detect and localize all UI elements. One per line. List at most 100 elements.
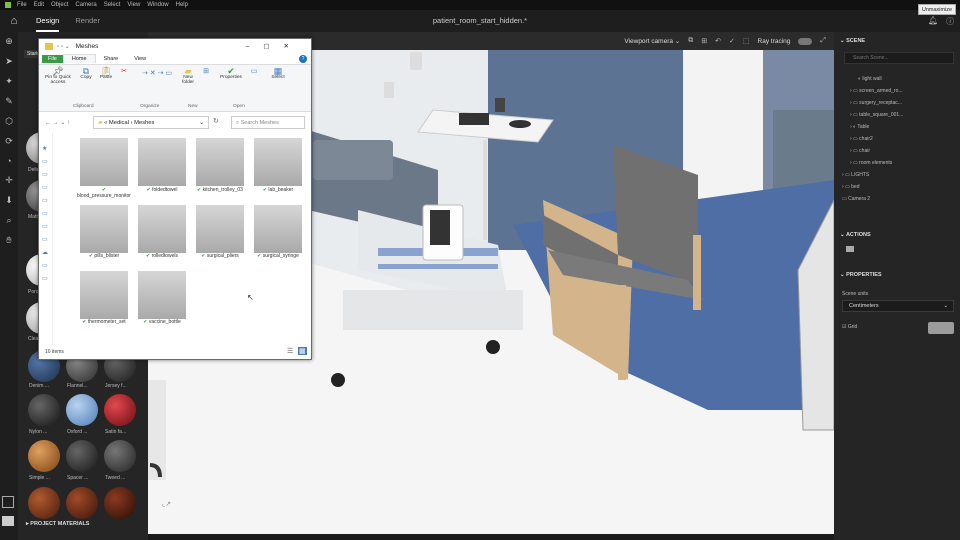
navigation-pane[interactable]: ★ ▭ ▭ ▭ ▭ ▭ ▭ ▭ ☁ ▭ ▭ [39, 133, 53, 347]
library-icon[interactable] [2, 496, 14, 508]
zoom-icon[interactable]: ⌕ [6, 215, 11, 226]
rotate-icon[interactable]: ⟳ [5, 136, 13, 147]
thumbnail-pills-blister[interactable] [80, 205, 128, 253]
ribbon-tab-share[interactable]: Share [96, 55, 127, 63]
menu-file[interactable]: File [17, 2, 27, 8]
file-item-label[interactable]: ✔ thermometer_set [76, 319, 132, 325]
ray-tracing-toggle[interactable] [798, 37, 813, 45]
select-tool-icon[interactable]: ➤ [5, 56, 13, 67]
ribbon-tab-home[interactable]: Home [62, 54, 96, 63]
details-view-icon[interactable]: ☰ [287, 347, 293, 355]
pin-quick-access-button[interactable]: 📌︎ Pin to Quick access [41, 67, 75, 86]
paste-button[interactable]: 📋︎ Paste [97, 67, 115, 80]
material-swatch[interactable] [104, 487, 136, 519]
file-item-label[interactable]: ✔ foldedtowel [134, 187, 190, 193]
menu-edit[interactable]: Edit [34, 2, 44, 8]
project-materials-header[interactable]: ▸ PROJECT MATERIALS [26, 521, 89, 527]
thumbnail-kitchen-trolley[interactable] [196, 138, 244, 186]
new-folder-button[interactable]: ▰ New folder [177, 67, 199, 86]
undo-icon[interactable]: ↶ [715, 37, 721, 45]
material-swatch-tweed[interactable] [104, 440, 136, 472]
file-item-label[interactable]: ✔ blood_pressure_monitor [76, 187, 132, 199]
open-icon[interactable]: ▭ [247, 68, 261, 74]
material-swatch[interactable] [66, 487, 98, 519]
material-swatch[interactable] [28, 487, 60, 519]
move-icon[interactable]: ✛ [5, 175, 13, 186]
scene-heading[interactable]: ⌄ SCENE [840, 38, 865, 44]
material-swatch-oxford[interactable] [66, 394, 98, 426]
droplet-icon[interactable]: ◔ [6, 156, 11, 166]
properties-button[interactable]: ✔ Properties [217, 67, 245, 80]
tree-item[interactable]: › ▭ screen_armed_ro... [850, 88, 903, 94]
refresh-icon[interactable]: ↻ [213, 117, 219, 125]
cube-icon[interactable]: ⬡ [5, 116, 13, 127]
menu-help[interactable]: Help [176, 2, 188, 8]
thumbnail-surgical-pliers[interactable] [196, 205, 244, 253]
home-icon[interactable]: ⌂ [0, 15, 28, 27]
tree-item[interactable]: › ▭ LIGHTS [842, 172, 869, 178]
thumbnail-vaccine-bottle[interactable] [138, 271, 186, 319]
grid-color-swatch[interactable] [928, 322, 954, 334]
file-item-label[interactable]: ✔ rolledtowels [134, 253, 190, 259]
ribbon-tab-file[interactable]: File [42, 54, 63, 63]
expand-icon[interactable]: ⤢ [820, 37, 826, 45]
tree-item[interactable]: › ▭ chair2 [850, 136, 873, 142]
add-icon[interactable]: ⊕ [5, 36, 13, 47]
scene-search-input[interactable]: Search Scene... [844, 52, 954, 64]
tree-item[interactable]: ▭ Camera 2 [842, 196, 870, 202]
help-icon[interactable]: ? [299, 54, 307, 63]
material-swatch-simple[interactable] [28, 440, 60, 472]
folder-icon[interactable] [846, 246, 854, 252]
file-item-label[interactable]: ✔ surgical_pliers [192, 253, 248, 259]
material-swatch-spacer[interactable] [66, 440, 98, 472]
material-swatch-satin[interactable] [104, 394, 136, 426]
help-icon[interactable]: ⓘ [946, 16, 954, 27]
thumbnail-rolledtowels[interactable] [138, 205, 186, 253]
briefcase-icon[interactable] [2, 516, 14, 526]
new-item-icon[interactable]: ⊞ [201, 68, 211, 74]
thumbnail-blood-pressure-monitor[interactable] [80, 138, 128, 186]
tree-item[interactable]: › ▭ bed [842, 184, 860, 190]
thumbnail-lab-beaker[interactable] [254, 138, 302, 186]
file-item-label[interactable]: ✔ vaccine_bottle [134, 319, 190, 325]
file-item-label[interactable]: ✔ pills_blister [76, 253, 132, 259]
menu-window[interactable]: Window [147, 2, 168, 8]
tree-item[interactable]: › ▭ room elements [850, 160, 892, 166]
ribbon-tab-view[interactable]: View [126, 55, 154, 63]
notifications-icon[interactable]: 🔔︎ [928, 16, 938, 27]
menu-select[interactable]: Select [104, 2, 121, 8]
breadcrumb-medical[interactable]: Medical [109, 120, 129, 126]
file-item-label[interactable]: ✔ lab_beaker [250, 187, 306, 193]
address-bar[interactable]: ▰ « Medical › Meshes ⌄ [93, 116, 209, 129]
tree-item[interactable]: › ▭ table_square_001... [850, 112, 903, 118]
menu-view[interactable]: View [127, 2, 140, 8]
tree-item[interactable]: › ◐ Table [850, 124, 869, 130]
tree-item[interactable]: › ▭ surgery_receptac... [850, 100, 902, 106]
copy-button[interactable]: ⧉ Copy [77, 67, 95, 80]
paint-icon[interactable]: ✎ [5, 96, 13, 107]
magic-wand-icon[interactable]: ✦ [5, 76, 13, 87]
file-item-label[interactable]: ✔ surgical_syringe [250, 253, 306, 259]
tree-item[interactable]: ◐ light wall [858, 76, 882, 82]
tab-design[interactable]: Design [36, 10, 60, 32]
thumbnail-thermometer-set[interactable] [80, 271, 128, 319]
file-item-label[interactable]: ✔ kitchen_trolley_03 [192, 187, 248, 193]
properties-heading[interactable]: ⌄ PROPERTIES [840, 272, 882, 278]
select-button[interactable]: ▦ Select [267, 67, 289, 80]
quick-access-toolbar[interactable]: ▫ ▫ ⌄ [57, 43, 70, 50]
organize-buttons[interactable]: ⇢ ✕ ⇢ ▭ [137, 70, 177, 76]
cut-icon[interactable]: ✂ [119, 68, 129, 74]
thumbnail-foldedtowel[interactable] [138, 138, 186, 186]
nav-arrows-icon[interactable]: ← → ⌄ ↑ [45, 119, 70, 126]
breadcrumb-meshes[interactable]: Meshes [134, 120, 154, 126]
frame-icon[interactable]: ⧉ [688, 37, 693, 45]
material-swatch-nylon[interactable] [28, 394, 60, 426]
scene-units-select[interactable]: Centimeters ⌄ [842, 300, 954, 312]
large-icons-view-icon[interactable]: ▦ [298, 347, 307, 355]
actions-heading[interactable]: ⌄ ACTIONS [840, 232, 871, 238]
hand-icon[interactable]: ✋︎ [6, 235, 11, 246]
anchor-icon[interactable]: ⬇ [5, 195, 13, 206]
thumbnail-surgical-syringe[interactable] [254, 205, 302, 253]
tree-item[interactable]: › ▭ chair [850, 148, 870, 154]
viewport-camera-select[interactable]: Viewport camera ⌄ [624, 37, 680, 45]
